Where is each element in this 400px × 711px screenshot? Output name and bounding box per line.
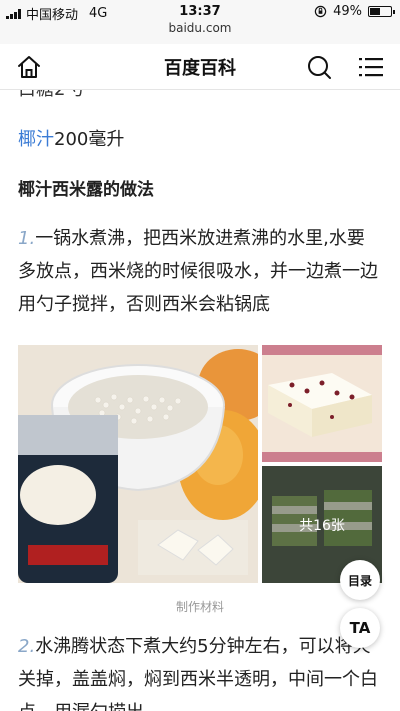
battery-icon [368,6,395,17]
battery-percent: 49% [333,4,362,19]
ingredient-amount: 200毫升 [54,129,125,150]
step-1: 1.一锅水煮沸，把西米放进煮沸的水里,水要多放点，西米烧的时候很吸水，并一边煮一… [18,222,380,321]
step-2-text: 水沸腾状态下煮大约5分钟左右，可以将火关掉，盖盖焖，焖到西米半透明，中间一个白点… [18,636,378,711]
step-2: 2.水沸腾状态下煮大约5分钟左右，可以将火关掉，盖盖焖，焖到西米半透明，中间一个… [18,630,380,711]
gallery-thumb-1[interactable] [262,345,382,462]
ta-button[interactable]: TA [340,608,380,648]
article-content: 白糖2勺 椰汁200毫升 椰汁西米露的做法 1.一锅水煮沸，把西米放进煮沸的水里… [0,90,400,711]
section-heading: 椰汁西米露的做法 [18,180,154,200]
gallery-main-image[interactable] [18,345,258,583]
image-gallery[interactable]: 共16张 [18,345,382,585]
step-1-text: 一锅水煮沸，把西米放进煮沸的水里,水要多放点，西米烧的时候很吸水，并一边煮一边用… [18,228,378,315]
ingredient-line-partial: 白糖2勺 [18,90,380,106]
toc-button[interactable]: 目录 [340,560,380,600]
step-2-number: 2. [18,636,36,657]
rotation-lock-icon [314,5,327,18]
status-right: 49% [314,4,395,19]
status-bar: 中国移动 4G 13:37 49% baidu.com [0,0,400,44]
ingredient-link[interactable]: 椰汁 [18,129,54,150]
step-1-number: 1. [18,228,36,249]
url-label: baidu.com [168,21,232,35]
gallery-caption: 制作材料 [175,600,224,614]
page-title: 百度百科 [164,58,236,79]
search-icon[interactable] [306,54,332,80]
top-nav: 百度百科 [0,44,400,90]
menu-icon[interactable] [358,55,384,79]
ingredient-line: 椰汁200毫升 [18,124,380,156]
